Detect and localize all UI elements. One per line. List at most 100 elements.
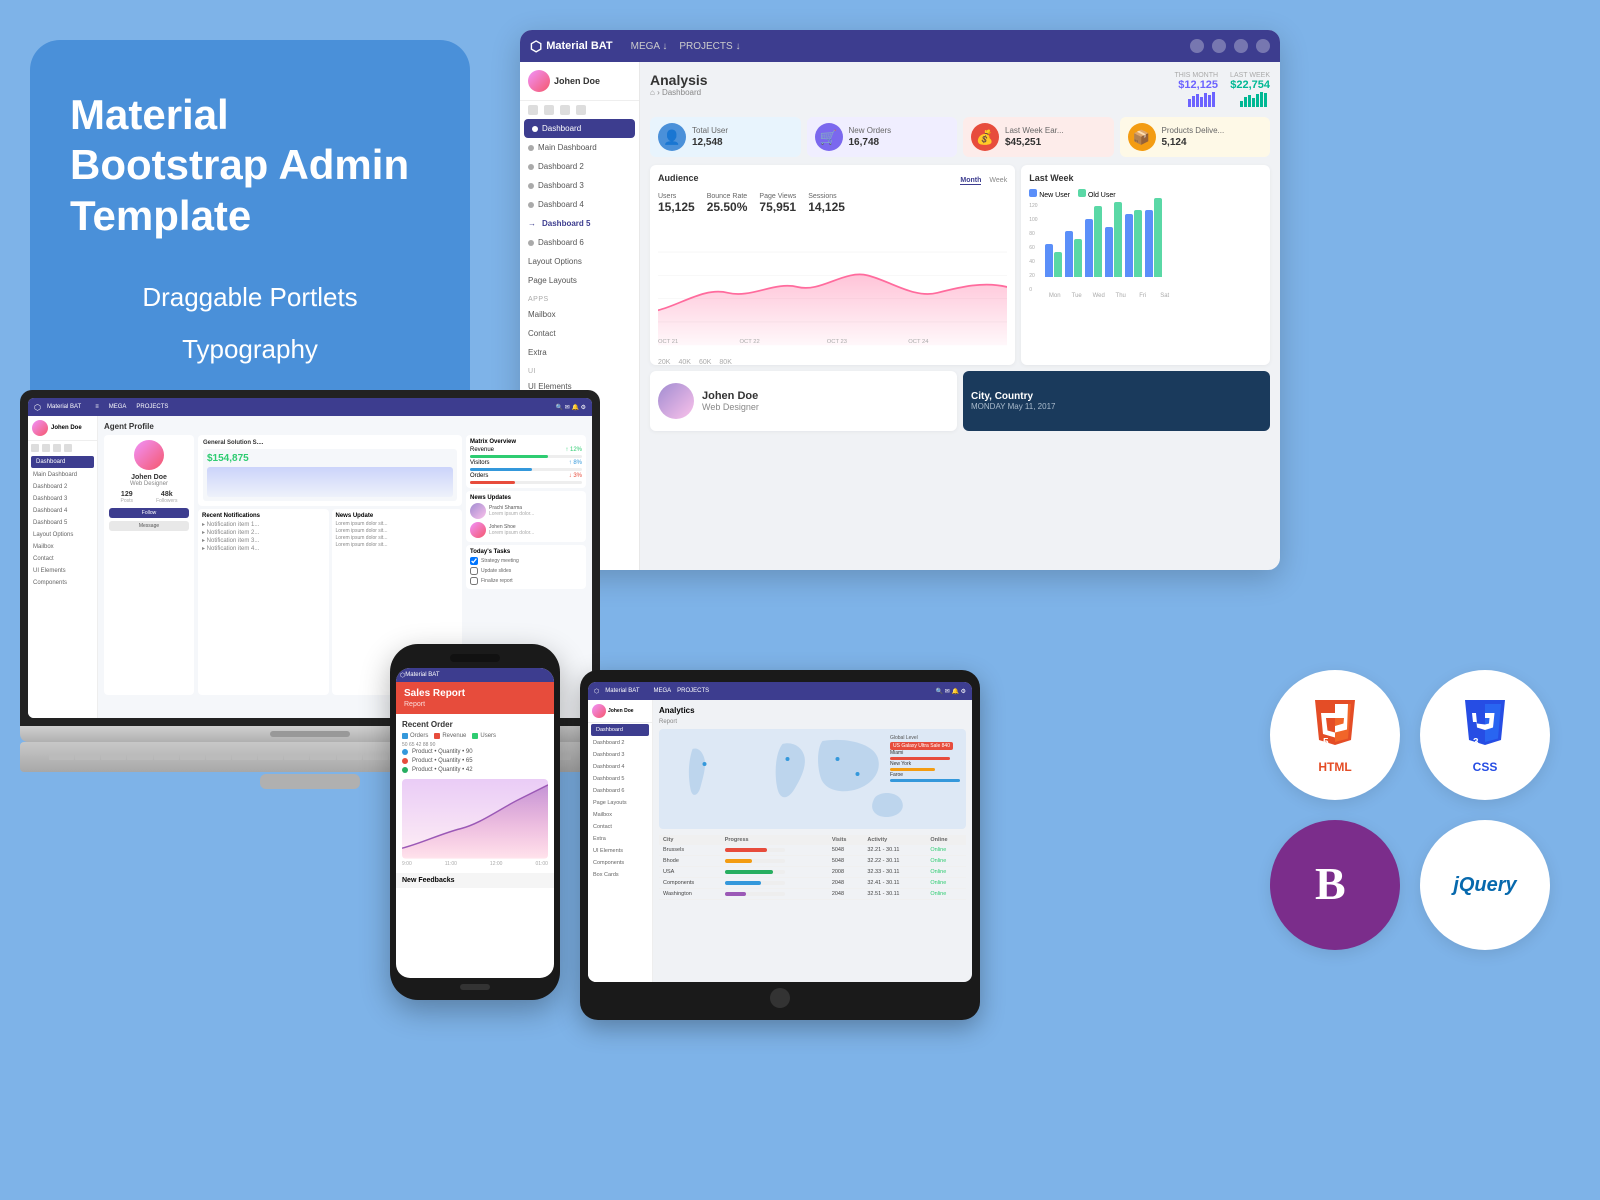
tab-nav-d5[interactable]: Dashboard 5 (588, 773, 652, 785)
tab-nav-d3[interactable]: Dashboard 3 (588, 749, 652, 761)
bar-new-fri (1125, 214, 1133, 277)
table-row: USA 2008 32.33 - 30.11 Online (659, 867, 966, 878)
ls-nav-main[interactable]: Main Dashboard (28, 469, 97, 481)
html5-label: HTML (1318, 760, 1351, 774)
power-icon-sm[interactable] (576, 105, 586, 115)
tablet-body: Johen Doe Dashboard Dashboard 2 Dashboar… (588, 700, 972, 982)
stat-card-orders: 🛒 New Orders 16,748 (807, 117, 958, 157)
city-card: City, Country MONDAY May 11, 2017 (963, 371, 1270, 431)
ls-nav-d3[interactable]: Dashboard 3 (28, 493, 97, 505)
ls-nav-components[interactable]: Components (28, 577, 97, 589)
jquery-icon: jQuery (1453, 874, 1516, 897)
tab-nav-dashboard[interactable]: Dashboard (591, 724, 649, 736)
stat-card-products: 📦 Products Delive... 5,124 (1120, 117, 1271, 157)
tab-month[interactable]: Month (960, 177, 981, 185)
sidebar-item-dashboard3[interactable]: Dashboard 3 (520, 176, 639, 195)
ls-nav-ui[interactable]: UI Elements (28, 565, 97, 577)
order-row-1: 50 65 42 88 90 (402, 742, 548, 748)
gear-icon[interactable] (1256, 39, 1270, 53)
phone-device: ⬡ Material BAT Sales Report Report Recen… (390, 644, 560, 1000)
tab-nav-d6[interactable]: Dashboard 6 (588, 785, 652, 797)
bar-group-wed (1085, 206, 1102, 277)
sidebar-item-extra[interactable]: Extra (520, 343, 639, 362)
user-avatar (528, 70, 550, 92)
badge-jquery: jQuery (1420, 820, 1550, 950)
tab-nav-page-layouts[interactable]: Page Layouts (588, 797, 652, 809)
mini-stats: THIS MONTH $12,125 LAST (1174, 72, 1270, 109)
svg-text:5: 5 (1323, 737, 1329, 747)
tab-nav-d2[interactable]: Dashboard 2 (588, 737, 652, 749)
tablet-home-button[interactable] (770, 988, 790, 1008)
svg-text:OCT 21: OCT 21 (658, 339, 678, 345)
profile-card: Johen Doe Web Designer (650, 371, 957, 431)
sidebar-item-page-layouts[interactable]: Page Layouts (520, 271, 639, 290)
bar-chart: 120100806040200 (1029, 203, 1262, 293)
sidebar-item-mailbox[interactable]: Mailbox (520, 305, 639, 324)
nav-mega[interactable]: MEGA ↓ (631, 41, 668, 52)
bell-icon[interactable] (1234, 39, 1248, 53)
bar-new-mon (1045, 244, 1053, 277)
svg-text:B: B (1315, 858, 1346, 909)
tab-nav-box-cards[interactable]: Box Cards (588, 869, 652, 881)
ls-profile-col: Johen Doe Web Designer 129 Posts 48k Fol… (104, 435, 194, 695)
tablet-table: City Progress Visits Activity Online Bru… (659, 835, 966, 900)
sidebar-item-dashboard[interactable]: Dashboard (524, 119, 635, 138)
metric-pageviews: Page Views 75,951 (759, 193, 796, 214)
badge-html5: 5 HTML (1270, 670, 1400, 800)
sidebar-section-ui: UI (520, 362, 639, 377)
search-icon[interactable] (1190, 39, 1204, 53)
html5-icon: 5 (1310, 697, 1360, 756)
tab-nav-mailbox[interactable]: Mailbox (588, 809, 652, 821)
audience-line-chart: OCT 21 OCT 22 OCT 23 OCT 24 (658, 222, 1007, 352)
mini-stat-week: LAST WEEK $22,754 (1230, 72, 1270, 109)
bell-icon-sm[interactable] (544, 105, 554, 115)
ls-nav-layout[interactable]: Layout Options (28, 529, 97, 541)
stat-icon-users: 👤 (658, 123, 686, 151)
order-legend: Orders Revenue Users (402, 733, 548, 739)
page-title: Analysis (650, 72, 708, 88)
tablet-page-title: Analytics (659, 706, 966, 715)
phone-frame: ⬡ Material BAT Sales Report Report Recen… (390, 644, 560, 1000)
sidebar-item-dashboard4[interactable]: Dashboard 4 (520, 195, 639, 214)
nav-projects[interactable]: PROJECTS ↓ (679, 41, 740, 52)
hero-title: Material Bootstrap Admin Template (70, 90, 430, 241)
tab-nav-d4[interactable]: Dashboard 4 (588, 761, 652, 773)
ls-general: General Solution S.... $154,875 (198, 435, 462, 506)
audience-metrics: Users 15,125 Bounce Rate 25.50% Page Vie… (658, 193, 1007, 214)
sparkline-week (1240, 91, 1270, 107)
sidebar-item-layout[interactable]: Layout Options (520, 252, 639, 271)
phone-home-button[interactable] (460, 984, 490, 990)
sidebar-item-contact[interactable]: Contact (520, 324, 639, 343)
stats-row: 👤 Total User 12,548 🛒 New Orders 16,748 (650, 117, 1270, 157)
dashboard-main-screenshot: ⬡ Material BAT MEGA ↓ PROJECTS ↓ Johen D… (520, 30, 1280, 570)
laptop-trackpad (260, 774, 360, 789)
tab-nav-extra[interactable]: Extra (588, 833, 652, 845)
tab-nav-ui[interactable]: UI Elements (588, 845, 652, 857)
sidebar-item-main-dashboard[interactable]: Main Dashboard (520, 138, 639, 157)
ls-nav-mailbox[interactable]: Mailbox (28, 541, 97, 553)
bar-groups (1045, 202, 1162, 277)
task-check-2[interactable] (470, 567, 478, 575)
search-icon-sm[interactable] (528, 105, 538, 115)
ls-nav-contact[interactable]: Contact (28, 553, 97, 565)
ls-matrix: Matrix Overview Revenue↑ 12% Visitors↑ 8… (466, 435, 586, 488)
ls-nav-dashboard[interactable]: Dashboard (31, 456, 94, 468)
ls-nav-d4[interactable]: Dashboard 4 (28, 505, 97, 517)
ls-notifications: Recent Notifications ▸ Notification item… (198, 509, 329, 695)
order-item-1: Product • Quantity • 90 (402, 749, 548, 755)
sidebar-item-dashboard5[interactable]: → Dashboard 5 (520, 214, 639, 233)
order-dot-3 (402, 767, 408, 773)
sidebar-item-dashboard2[interactable]: Dashboard 2 (520, 157, 639, 176)
task-check-1[interactable] (470, 557, 478, 565)
tab-nav-components[interactable]: Components (588, 857, 652, 869)
tab-week[interactable]: Week (989, 177, 1007, 185)
sidebar-item-dashboard6[interactable]: Dashboard 6 (520, 233, 639, 252)
nav-dot (528, 183, 534, 189)
ls-nav-d5[interactable]: Dashboard 5 (28, 517, 97, 529)
task-check-3[interactable] (470, 577, 478, 585)
tab-nav-contact[interactable]: Contact (588, 821, 652, 833)
dashboard-topbar: ⬡ Material BAT MEGA ↓ PROJECTS ↓ (520, 30, 1280, 62)
ls-nav-d2[interactable]: Dashboard 2 (28, 481, 97, 493)
mail-icon[interactable] (1212, 39, 1226, 53)
chat-icon-sm[interactable] (560, 105, 570, 115)
